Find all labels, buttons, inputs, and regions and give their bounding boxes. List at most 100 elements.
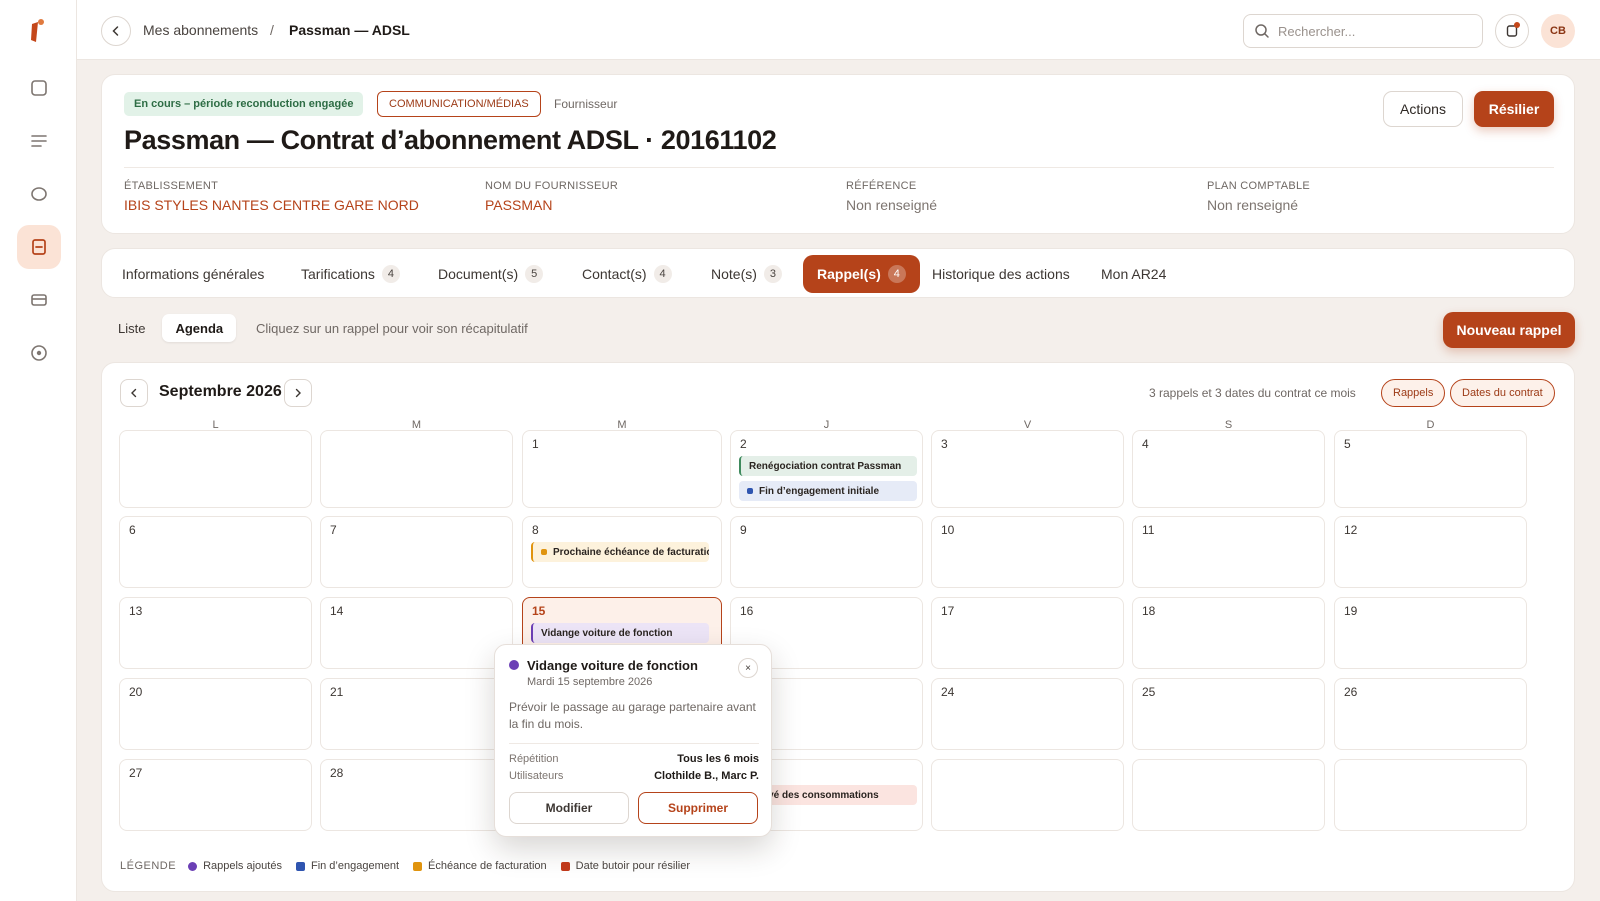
- meta-value[interactable]: PASSMAN: [485, 197, 618, 213]
- tab-documents[interactable]: Document(s) 5: [424, 255, 557, 293]
- calendar-day-cell[interactable]: 12: [1334, 516, 1527, 588]
- tab-general-info[interactable]: Informations générales: [108, 255, 278, 293]
- calendar-day-cell[interactable]: 21: [320, 678, 513, 750]
- calendar-day-cell[interactable]: 1: [522, 430, 722, 508]
- topbar: Mes abonnements / Passman — ADSL CB: [77, 0, 1600, 60]
- filter-contract-dates[interactable]: Dates du contrat: [1450, 379, 1555, 407]
- calendar-day-cell[interactable]: [931, 759, 1124, 831]
- calendar-day-cell[interactable]: [1132, 759, 1325, 831]
- event-dot: [541, 549, 547, 555]
- actions-button[interactable]: Actions: [1383, 91, 1463, 127]
- target-icon: [31, 345, 47, 361]
- avatar[interactable]: CB: [1541, 14, 1575, 48]
- calendar-day-cell[interactable]: 4: [1132, 430, 1325, 508]
- calendar-day-cell[interactable]: 25: [1132, 678, 1325, 750]
- calendar-day-cell[interactable]: 5: [1334, 430, 1527, 508]
- prev-month-button[interactable]: [120, 379, 148, 407]
- back-button[interactable]: [101, 16, 131, 46]
- legend-swatch: [413, 861, 423, 871]
- day-number: 21: [330, 685, 344, 699]
- calendar-day-cell[interactable]: [1334, 759, 1527, 831]
- tab-ar24[interactable]: Mon AR24: [1087, 255, 1180, 293]
- filter-reminders[interactable]: Rappels: [1381, 379, 1446, 407]
- meta-reference: RÉFÉRENCE Non renseigné: [846, 180, 937, 213]
- app-logo[interactable]: [27, 18, 47, 44]
- view-list-button[interactable]: Liste: [105, 314, 158, 342]
- next-month-button[interactable]: [284, 379, 312, 407]
- calendar-event[interactable]: Prochaine échéance de facturation: [531, 542, 709, 562]
- calendar-event[interactable]: Vidange voiture de fonction: [531, 623, 709, 643]
- cancel-contract-button[interactable]: Résilier: [1474, 91, 1554, 127]
- day-number: 12: [1344, 523, 1358, 537]
- day-number: 28: [330, 766, 344, 780]
- day-number: 5: [1344, 437, 1351, 451]
- calendar-event[interactable]: Renégociation contrat Passman: [739, 456, 917, 476]
- tab-label: Historique des actions: [932, 266, 1070, 282]
- meta-value[interactable]: IBIS STYLES NANTES CENTRE GARE NORD: [124, 197, 419, 213]
- tab-label: Mon AR24: [1101, 266, 1167, 282]
- calendar-day-cell[interactable]: 13: [119, 597, 312, 669]
- reminder-popover: Vidange voiture de fonction Mardi 15 sep…: [494, 644, 772, 837]
- calendar-day-cell[interactable]: 6: [119, 516, 312, 588]
- tab-history[interactable]: Historique des actions: [918, 255, 1084, 293]
- meta-label: ÉTABLISSEMENT: [124, 180, 219, 192]
- tab-label: Note(s): [711, 266, 757, 282]
- view-agenda-button[interactable]: Agenda: [162, 314, 237, 342]
- calendar-day-cell[interactable]: 24: [931, 678, 1124, 750]
- tab-label: Document(s): [438, 266, 519, 282]
- sidebar-item-list[interactable]: [17, 119, 61, 163]
- day-number: 6: [129, 523, 136, 537]
- sidebar-item-payments[interactable]: [17, 278, 61, 322]
- calendar-day-cell[interactable]: 26: [1334, 678, 1527, 750]
- legend-item-engagement: Fin d’engagement: [295, 860, 399, 872]
- calendar-day-cell[interactable]: 28: [320, 759, 513, 831]
- close-icon[interactable]: ×: [738, 658, 758, 678]
- view-toggle: Liste Agenda: [105, 314, 237, 344]
- sidebar-item-dashboard[interactable]: [17, 66, 61, 110]
- popover-divider: [509, 743, 759, 744]
- calendar-day-cell[interactable]: 19: [1334, 597, 1527, 669]
- calendar-day-cell[interactable]: 17: [931, 597, 1124, 669]
- calendar-day-cell[interactable]: 8 Prochaine échéance de facturation: [522, 516, 722, 588]
- calendar-day-cell[interactable]: 20: [119, 678, 312, 750]
- tab-bar: Informations générales Tarifications 4 Do…: [101, 248, 1575, 298]
- delete-reminder-button[interactable]: Supprimer: [638, 792, 758, 824]
- tab-pricing[interactable]: Tarifications 4: [287, 255, 414, 293]
- calendar-day-cell[interactable]: 11: [1132, 516, 1325, 588]
- legend-swatch: [188, 861, 198, 871]
- tab-reminders[interactable]: Rappel(s) 4: [803, 255, 920, 293]
- card-icon: [31, 294, 47, 306]
- calendar-day-cell[interactable]: 7: [320, 516, 513, 588]
- search-box: [1243, 14, 1483, 48]
- chevron-left-icon: [131, 388, 137, 398]
- tab-contacts[interactable]: Contact(s) 4: [568, 255, 686, 293]
- meta-label: RÉFÉRENCE: [846, 180, 917, 192]
- calendar-day-cell[interactable]: 9: [730, 516, 923, 588]
- sidebar-item-contracts[interactable]: [17, 225, 61, 269]
- repetition-value: Tous les 6 mois: [677, 753, 759, 765]
- calendar-day-cell[interactable]: [119, 430, 312, 508]
- calendar-day-cell[interactable]: 2 Renégociation contrat Passman Fin d’enga…: [730, 430, 923, 508]
- calendar-day-cell[interactable]: 3: [931, 430, 1124, 508]
- calendar-event[interactable]: Fin d’engagement initiale: [739, 481, 917, 501]
- legend-swatch: [295, 861, 305, 871]
- new-reminder-button[interactable]: Nouveau rappel: [1443, 312, 1575, 348]
- calendar-day-cell[interactable]: 18: [1132, 597, 1325, 669]
- repetition-label: Répétition: [509, 753, 559, 765]
- breadcrumb-parent[interactable]: Mes abonnements: [143, 22, 258, 38]
- popover-title: Vidange voiture de fonction: [527, 658, 698, 673]
- sidebar-item-tags[interactable]: [17, 172, 61, 216]
- notifications-button[interactable]: [1495, 14, 1529, 48]
- tab-label: Tarifications: [301, 266, 375, 282]
- tab-notes[interactable]: Note(s) 3: [697, 255, 796, 293]
- calendar-day-cell[interactable]: 27: [119, 759, 312, 831]
- legend-item-billing: Échéance de facturation: [413, 860, 547, 872]
- calendar-day-cell[interactable]: [320, 430, 513, 508]
- meta-establishment: ÉTABLISSEMENT IBIS STYLES NANTES CENTRE …: [124, 180, 419, 213]
- calendar-day-cell[interactable]: 14: [320, 597, 513, 669]
- edit-reminder-button[interactable]: Modifier: [509, 792, 629, 824]
- search-input[interactable]: [1278, 21, 1474, 41]
- calendar-day-cell[interactable]: 10: [931, 516, 1124, 588]
- sidebar-item-settings[interactable]: [17, 331, 61, 375]
- tab-count: 3: [763, 265, 782, 283]
